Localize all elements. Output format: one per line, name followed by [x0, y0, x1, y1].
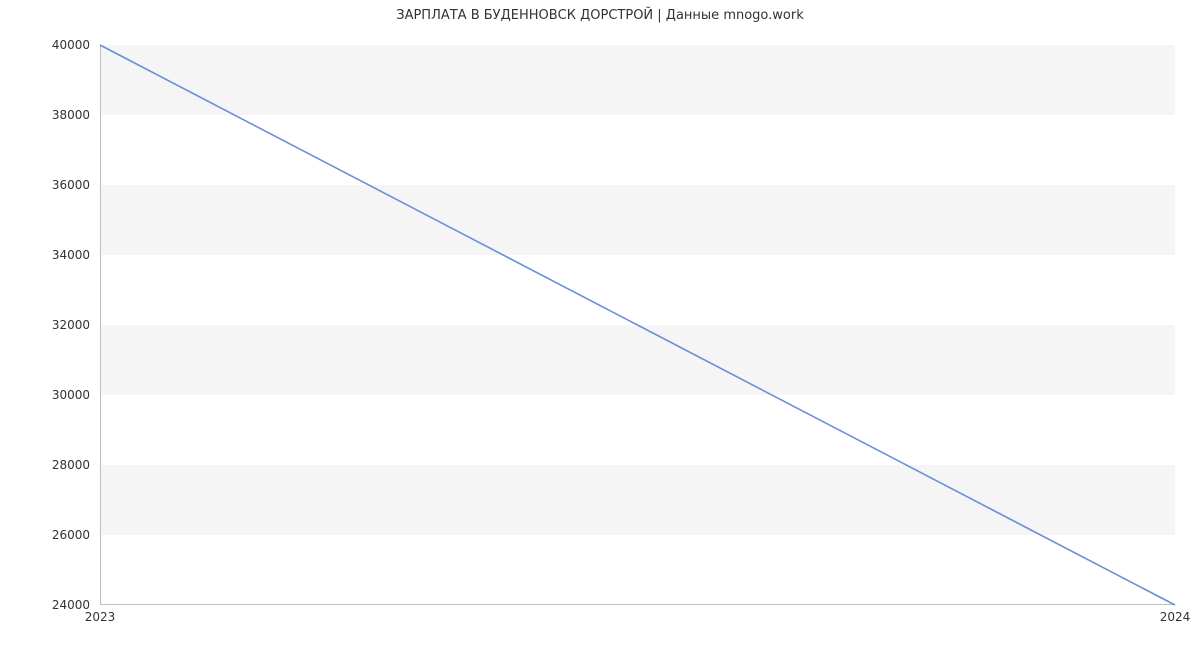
y-tick-label: 32000 — [0, 318, 100, 332]
x-tick-label: 2024 — [1160, 610, 1191, 624]
y-tick-label: 30000 — [0, 388, 100, 402]
y-tick-label: 38000 — [0, 108, 100, 122]
y-tick-label: 36000 — [0, 178, 100, 192]
series-line — [100, 45, 1175, 605]
y-tick-label: 26000 — [0, 528, 100, 542]
x-tick-label: 2023 — [85, 610, 116, 624]
y-tick-label: 40000 — [0, 38, 100, 52]
y-tick-label: 28000 — [0, 458, 100, 472]
y-tick-label: 34000 — [0, 248, 100, 262]
salary-line-chart: ЗАРПЛАТА В БУДЕННОВСК ДОРСТРОЙ | Данные … — [0, 0, 1200, 650]
line-series — [100, 45, 1175, 605]
chart-title: ЗАРПЛАТА В БУДЕННОВСК ДОРСТРОЙ | Данные … — [0, 8, 1200, 23]
